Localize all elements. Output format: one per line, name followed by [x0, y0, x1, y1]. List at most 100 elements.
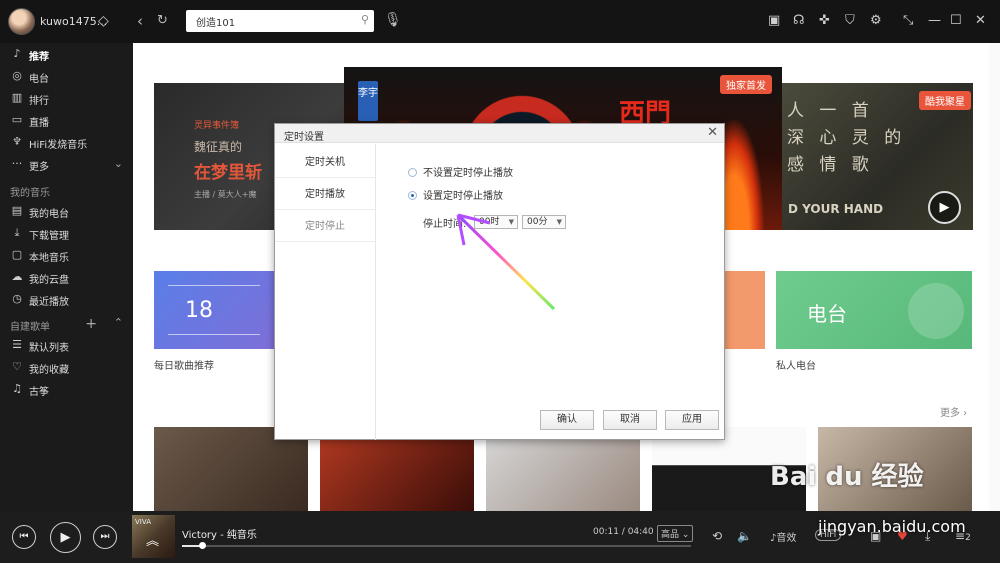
play-time: 00:11 / 04:40 [593, 527, 654, 537]
private-radio-card[interactable]: 电台 [776, 271, 972, 349]
minimize-icon[interactable]: — [928, 13, 941, 28]
confirm-button[interactable]: 确认 [540, 410, 594, 430]
tshirt-icon[interactable]: ⛉ [845, 13, 855, 28]
sidebar-item-more[interactable]: ··· 更多 ⌄ [0, 155, 133, 175]
radio-no-timer[interactable]: 不设置定时停止播放 [408, 164, 513, 179]
sidebar-item-label: 我的电台 [29, 209, 69, 220]
loop-icon[interactable]: ⟲ [712, 529, 722, 543]
vip-diamond-icon[interactable]: ◇ [98, 13, 109, 29]
radio-set-timer[interactable]: 设置定时停止播放 [408, 187, 503, 202]
chart-icon: ▥ [11, 91, 23, 104]
divider [168, 334, 260, 335]
folder-icon: ▢ [11, 248, 23, 261]
song-title[interactable]: Victory - 纯音乐 [182, 526, 257, 541]
cloud-icon: ☁ [11, 270, 23, 283]
clock-icon: ◷ [12, 292, 22, 305]
tab-timed-play[interactable]: 定时播放 [275, 179, 375, 210]
maximize-icon[interactable]: ☐ [950, 13, 962, 28]
more-label: 更多 [940, 408, 960, 419]
sidebar-item-label: 古筝 [29, 387, 49, 398]
cancel-button[interactable]: 取消 [603, 410, 657, 430]
divider [168, 285, 260, 286]
sidebar-item-default-list[interactable]: ☰ 默认列表 [0, 336, 133, 356]
sidebar-item-label: 推荐 [29, 52, 49, 63]
skin-icon[interactable]: ▣ [768, 13, 780, 28]
sidebar-item-favorites[interactable]: ♡ 我的收藏 [0, 358, 133, 378]
avatar[interactable] [8, 8, 35, 35]
artist-tag: 李宇 [358, 81, 378, 121]
sidebar-item-downloads[interactable]: ⤓ 下载管理 [0, 224, 133, 244]
previous-icon[interactable]: ⏮ [12, 525, 36, 549]
sidebar-item-hifi[interactable]: ♆ HiFi发烧音乐 [0, 133, 133, 153]
radio-box-icon: ▤ [11, 204, 23, 217]
radio-icon[interactable] [408, 168, 417, 177]
sidebar-item-recommend[interactable]: ♪ 推荐 [0, 45, 133, 65]
sidebar-item-label: 更多 [29, 162, 49, 173]
private-radio-label[interactable]: 私人电台 [776, 357, 816, 372]
scrollbar[interactable] [989, 43, 1000, 511]
banner-right[interactable]: 人 一 首 深 心 灵 的 感 情 歌 D YOUR HAND 酷我聚星 ▶ [782, 83, 973, 230]
sidebar-item-radio[interactable]: ◎ 电台 [0, 67, 133, 87]
sidebar: ♪ 推荐 ◎ 电台 ▥ 排行 ▭ 直播 ♆ HiFi发烧音乐 ··· 更多 ⌄ … [0, 43, 133, 511]
chevron-up-icon[interactable]: ⌃ [114, 316, 123, 329]
add-playlist-icon[interactable]: + [85, 316, 97, 332]
more-link[interactable]: 更多 › [940, 404, 967, 419]
mini-mode-icon[interactable]: ⤡ [903, 13, 913, 28]
music-note-icon: ♪ [13, 47, 21, 60]
radio-icon: ◎ [12, 69, 22, 82]
sidebar-item-my-radio[interactable]: ▤ 我的电台 [0, 202, 133, 222]
live-icon: ▭ [11, 113, 23, 126]
hot-badge: 酷我聚星 [919, 91, 971, 110]
exclusive-badge: 独家首发 [720, 75, 772, 94]
sidebar-item-label: 下载管理 [29, 231, 69, 242]
album-text: VIVA [135, 518, 151, 526]
daily-recommend-label[interactable]: 每日歌曲推荐 [154, 357, 214, 372]
playlists-heading: 自建歌单 [10, 322, 50, 333]
daily-recommend-card[interactable]: 18 [154, 271, 274, 349]
volume-icon[interactable]: 🔈 [737, 529, 752, 543]
banner-subtitle: 魏征真的 [194, 140, 243, 154]
search-input[interactable] [186, 10, 351, 32]
next-icon[interactable]: ⏭ [93, 525, 117, 549]
expand-icon[interactable]: ︽ [146, 530, 159, 549]
close-icon[interactable]: ✕ [975, 13, 986, 28]
play-icon[interactable]: ▶ [928, 191, 961, 224]
banner-english: D YOUR HAND [788, 202, 884, 216]
radio-checked-icon[interactable] [408, 191, 417, 200]
sidebar-item-live[interactable]: ▭ 直播 [0, 111, 133, 131]
sidebar-item-label: 本地音乐 [29, 253, 69, 264]
sidebar-item-recent[interactable]: ◷ 最近播放 [0, 290, 133, 310]
refresh-button[interactable]: ↻ [157, 13, 168, 28]
sidebar-item-cloud[interactable]: ☁ 我的云盘 [0, 268, 133, 288]
sidebar-item-label: 最近播放 [29, 297, 69, 308]
tab-timed-shutdown[interactable]: 定时关机 [275, 147, 375, 178]
sound-effect-icon[interactable]: ♪音效 [770, 529, 796, 544]
sidebar-item-guzheng[interactable]: ♫ 古筝 [0, 380, 133, 400]
dialog-title: 定时设置 [284, 132, 324, 143]
sidebar-item-local-music[interactable]: ▢ 本地音乐 [0, 246, 133, 266]
gear-icon[interactable]: ⚙ [870, 13, 882, 28]
close-icon[interactable]: ✕ [707, 125, 718, 140]
sidebar-item-label: 默认列表 [29, 343, 69, 354]
sidebar-item-charts[interactable]: ▥ 排行 [0, 89, 133, 109]
watermark-url: jingyan.baidu.com [818, 517, 966, 536]
radio-card-graphic [908, 283, 964, 339]
gamepad-icon[interactable]: ✜ [819, 13, 830, 28]
partial-card[interactable] [725, 271, 765, 349]
download-icon: ⤓ [14, 226, 20, 239]
sidebar-item-label: 电台 [29, 74, 49, 85]
album-art[interactable]: VIVA ︽ [132, 515, 175, 558]
quality-select[interactable]: 高品 ⌄ [657, 525, 694, 542]
sidebar-item-label: 我的云盘 [29, 275, 69, 286]
play-pause-icon[interactable]: ▶ [50, 522, 81, 553]
baidu-watermark: Bai du 经验 [770, 462, 924, 492]
back-button[interactable]: ‹ [137, 12, 143, 30]
tab-timed-stop[interactable]: 定时停止 [275, 211, 375, 242]
dialog-title-bar[interactable]: 定时设置 ✕ [275, 124, 724, 143]
headphones-icon[interactable]: ☊ [793, 13, 805, 28]
sidebar-item-label: 我的收藏 [29, 365, 69, 376]
microphone-icon[interactable]: 🎙 [384, 12, 402, 28]
search-icon[interactable]: ⚲ [361, 13, 369, 26]
progress-bar[interactable] [182, 542, 691, 549]
apply-button[interactable]: 应用 [665, 410, 719, 430]
